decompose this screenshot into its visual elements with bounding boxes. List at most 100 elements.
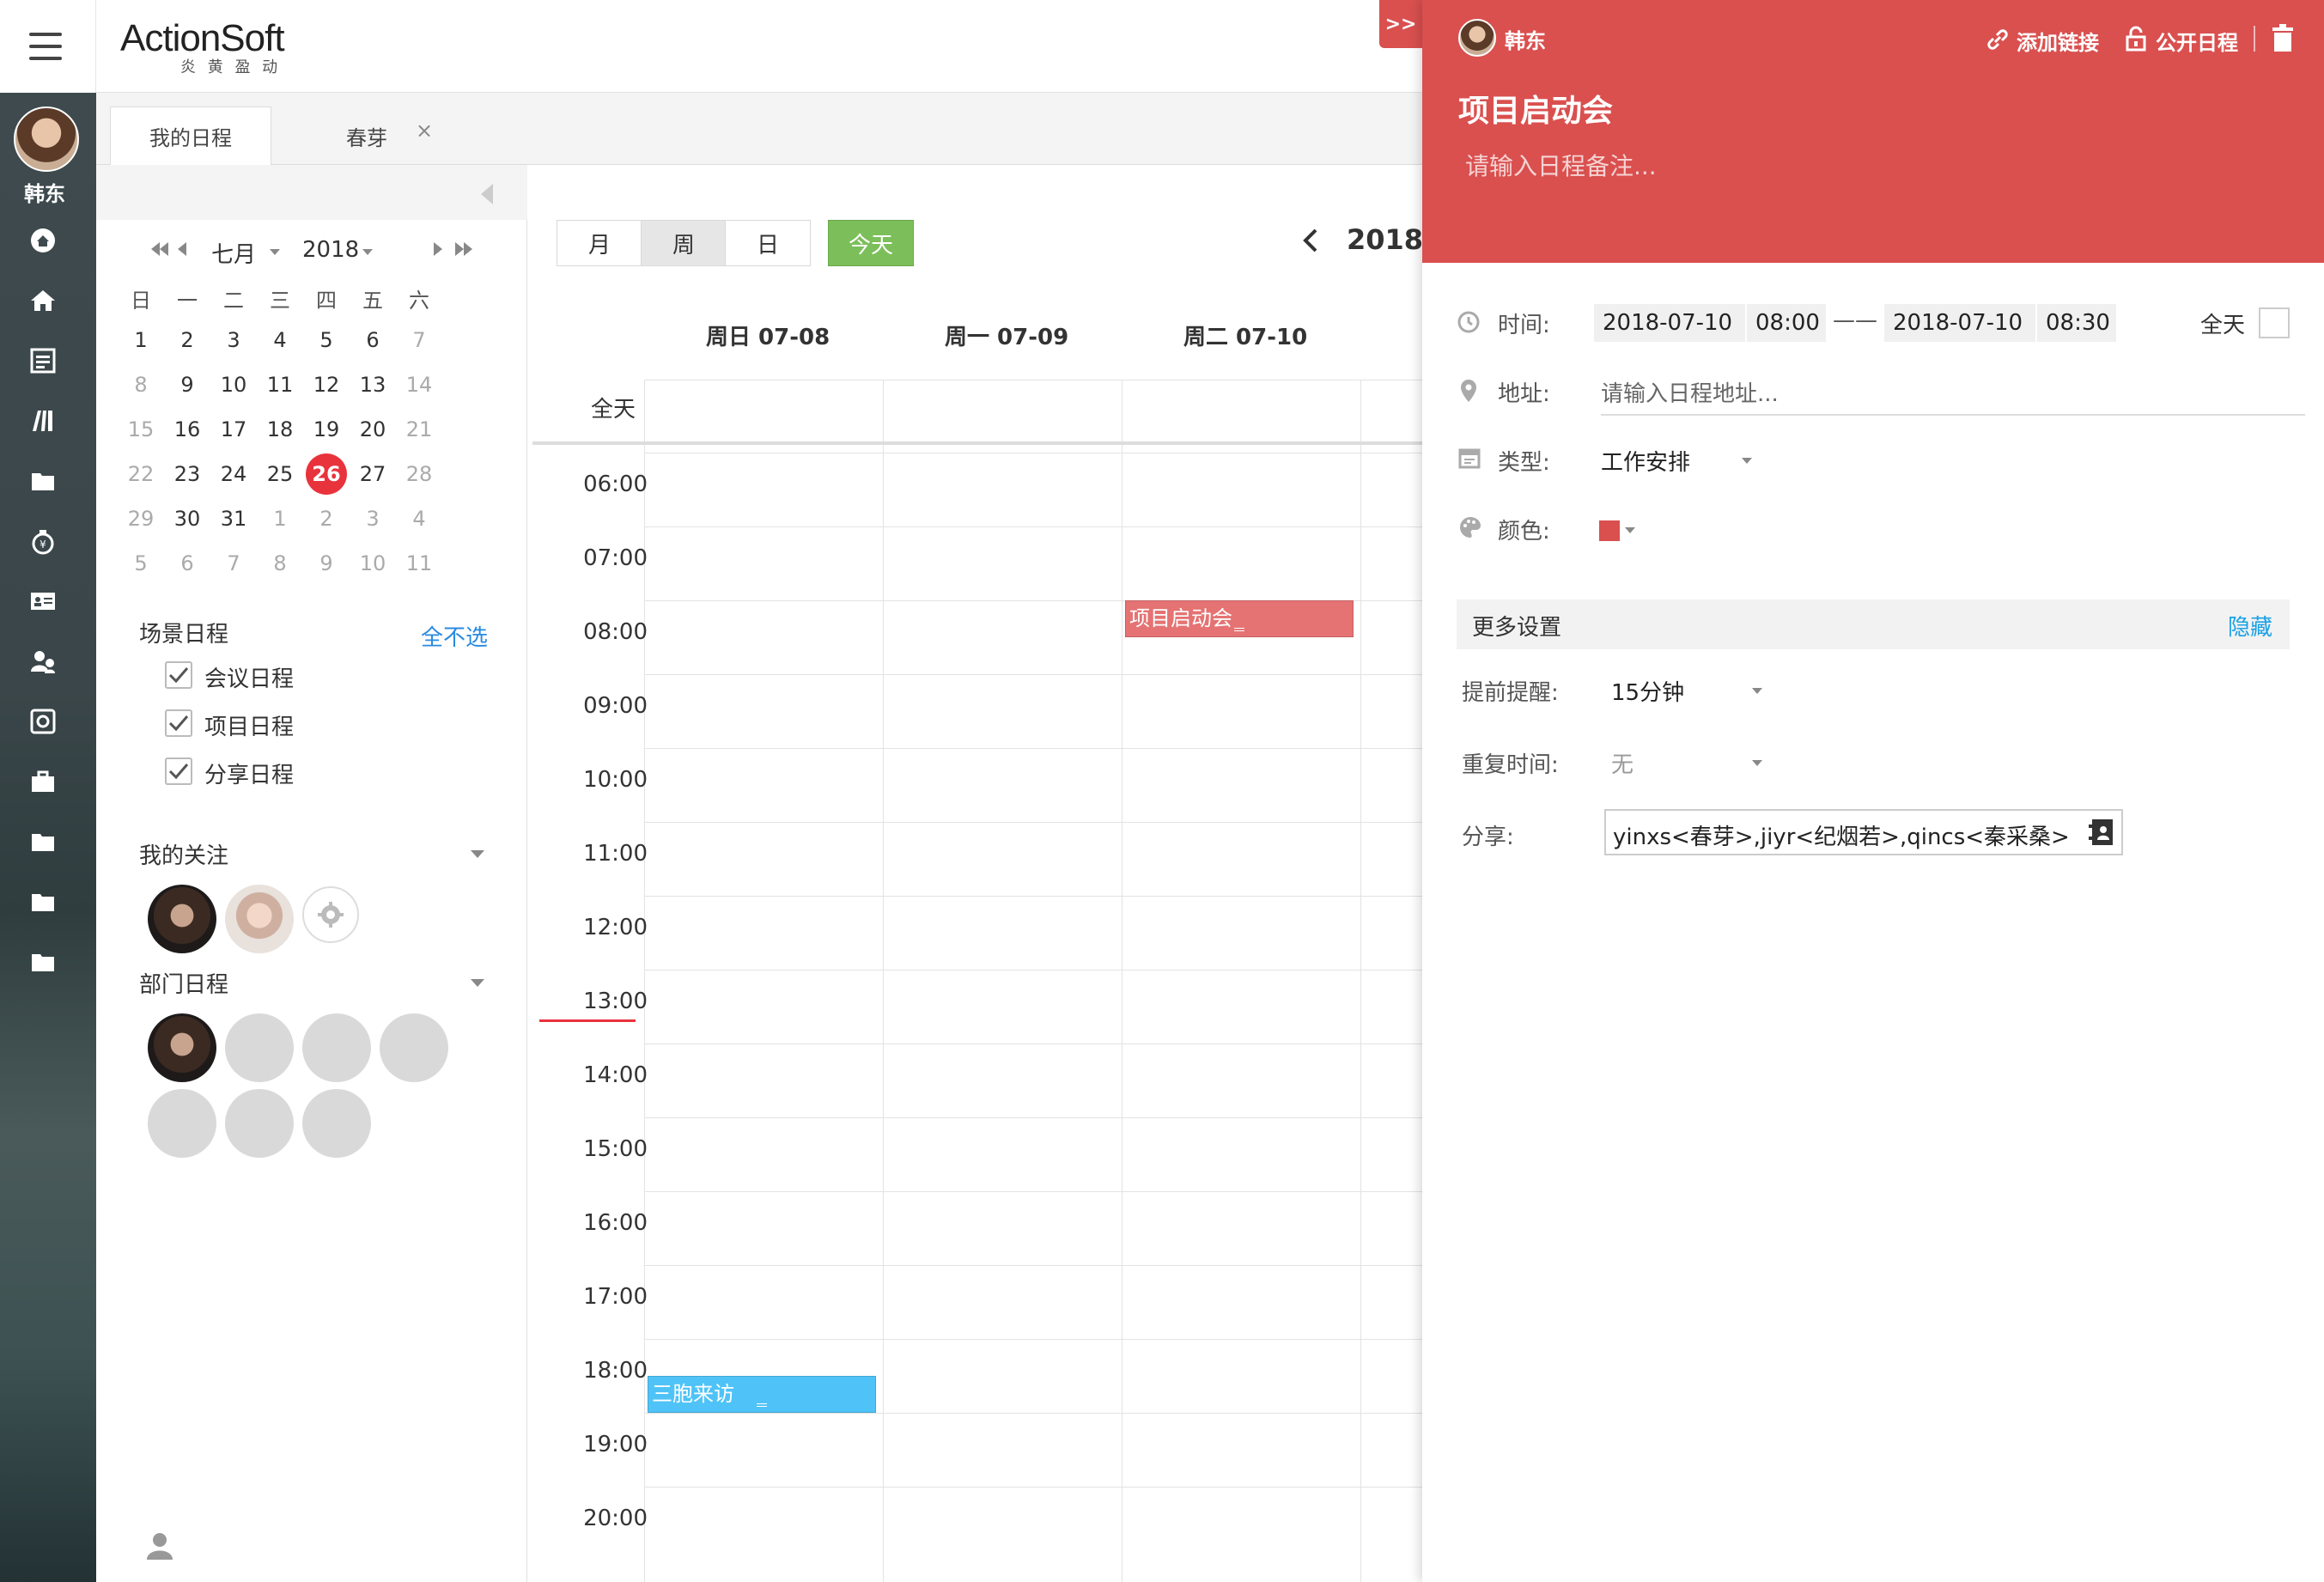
home-icon[interactable] [29,287,57,314]
year-caret-icon[interactable] [362,249,373,255]
event-resize-handle[interactable] [1234,628,1244,631]
contact-card-icon[interactable] [29,587,57,615]
hamburger-menu-icon[interactable] [26,29,65,64]
mini-calendar-day[interactable]: 25 [257,462,303,486]
mini-calendar-day[interactable]: 6 [350,328,396,352]
mini-calendar-day[interactable]: 29 [118,507,164,531]
mini-calendar-day[interactable]: 4 [396,507,442,531]
meeting-schedule-checkbox[interactable] [165,661,192,689]
briefcase-icon[interactable] [29,768,57,795]
mini-calendar-day[interactable]: 10 [350,551,396,575]
start-time-field[interactable]: 08:00 [1747,304,1826,342]
mini-calendar-day[interactable]: 30 [164,507,210,531]
next-month-icon[interactable] [433,240,443,258]
address-input[interactable]: 请输入日程地址... [1601,376,2305,416]
schedule-note-input[interactable]: 请输入日程备注... [1465,148,1657,182]
address-book-icon[interactable] [2089,818,2116,847]
user-avatar[interactable] [14,106,79,172]
dept-member-avatar[interactable] [302,1089,371,1158]
mini-calendar-day[interactable]: 31 [210,507,257,531]
start-date-field[interactable]: 2018-07-10 [1594,304,1745,342]
dept-member-avatar[interactable] [148,1013,216,1082]
collapse-detail-button[interactable]: >> [1379,0,1422,48]
collapse-left-icon[interactable] [481,184,493,204]
add-link-button[interactable]: 添加链接 [2017,26,2099,56]
mini-calendar-day[interactable]: 23 [164,462,210,486]
event-resize-handle[interactable] [757,1403,767,1407]
mini-calendar-day[interactable]: 28 [396,462,442,486]
mini-calendar-day[interactable]: 20 [350,417,396,441]
mini-calendar-day[interactable]: 7 [396,328,442,352]
lock-icon[interactable] [2125,26,2147,52]
month-caret-icon[interactable] [270,249,280,255]
year-select[interactable]: 2018 [302,237,359,263]
mini-calendar-day[interactable]: 18 [257,417,303,441]
folder-icon[interactable] [29,948,57,976]
mini-calendar-day[interactable]: 21 [396,417,442,441]
share-input[interactable]: yinxs<春芽>,jiyr<纪烟若>,qincs<秦采桑>,yinq< [1604,809,2123,855]
tab-chunya[interactable]: 春芽 [302,106,431,165]
mini-calendar-day[interactable]: 15 [118,417,164,441]
mini-calendar-day[interactable]: 3 [210,328,257,352]
follow-avatar[interactable] [148,885,216,953]
mini-calendar-day[interactable]: 16 [164,417,210,441]
deselect-all-link[interactable]: 全不选 [421,620,488,652]
mini-calendar-day[interactable]: 13 [350,373,396,397]
folder-icon[interactable] [29,467,57,495]
dept-member-avatar[interactable] [148,1089,216,1158]
my-follows-caret-icon[interactable] [471,850,484,858]
mini-calendar-day[interactable]: 4 [257,328,303,352]
owner-avatar[interactable] [1458,19,1496,57]
books-icon[interactable] [29,407,57,435]
mini-calendar-day[interactable]: 17 [210,417,257,441]
mini-calendar-day[interactable]: 8 [118,373,164,397]
dashboard-icon[interactable] [29,227,57,254]
public-schedule-button[interactable]: 公开日程 [2156,26,2238,56]
schedule-title[interactable]: 项目启动会 [1458,86,1613,131]
list-icon[interactable] [29,347,57,374]
delete-icon[interactable] [2271,24,2295,53]
type-select[interactable]: 工作安排 [1601,440,1773,479]
mini-calendar-day[interactable]: 9 [303,551,350,575]
dept-member-avatar[interactable] [380,1013,448,1082]
prev-month-icon[interactable] [177,240,187,258]
end-date-field[interactable]: 2018-07-10 [1884,304,2035,342]
mini-calendar-today[interactable]: 26 [303,462,350,486]
month-select[interactable]: 七月 [211,237,256,269]
folder-icon[interactable] [29,828,57,855]
users-icon[interactable] [29,648,57,675]
mini-calendar-day[interactable]: 10 [210,373,257,397]
mini-calendar-day[interactable]: 8 [257,551,303,575]
link-icon[interactable] [1986,27,2010,52]
repeat-select[interactable]: 无 [1611,742,1783,782]
mini-calendar-day[interactable]: 2 [164,328,210,352]
follow-settings-icon[interactable] [302,886,359,943]
mini-calendar-day[interactable]: 19 [303,417,350,441]
mini-calendar-day[interactable]: 3 [350,507,396,531]
folder-icon[interactable] [29,888,57,916]
dept-member-avatar[interactable] [225,1013,294,1082]
remind-select[interactable]: 15分钟 [1611,670,1783,709]
mini-calendar-day[interactable]: 24 [210,462,257,486]
mini-calendar-day[interactable]: 12 [303,373,350,397]
next-year-icon[interactable] [453,240,474,258]
project-schedule-checkbox[interactable] [165,709,192,737]
mini-calendar-day[interactable]: 2 [303,507,350,531]
dept-member-avatar[interactable] [225,1089,294,1158]
person-icon[interactable] [144,1530,175,1561]
follow-avatar[interactable] [225,885,294,953]
all-day-checkbox[interactable] [2259,307,2290,338]
prev-year-icon[interactable] [149,240,170,258]
calendar-event[interactable]: 项目启动会 [1125,600,1354,637]
mini-calendar-day[interactable]: 1 [257,507,303,531]
hide-settings-link[interactable]: 隐藏 [2228,610,2272,642]
dept-member-avatar[interactable] [302,1013,371,1082]
mini-calendar-day[interactable]: 7 [210,551,257,575]
mini-calendar-day[interactable]: 14 [396,373,442,397]
mini-calendar-day[interactable]: 11 [257,373,303,397]
calendar-event[interactable]: 三胞来访 [648,1376,876,1413]
mini-calendar-day[interactable]: 11 [396,551,442,575]
end-time-field[interactable]: 08:30 [2037,304,2116,342]
money-bag-icon[interactable]: ¥ [29,527,57,555]
share-schedule-checkbox[interactable] [165,758,192,785]
